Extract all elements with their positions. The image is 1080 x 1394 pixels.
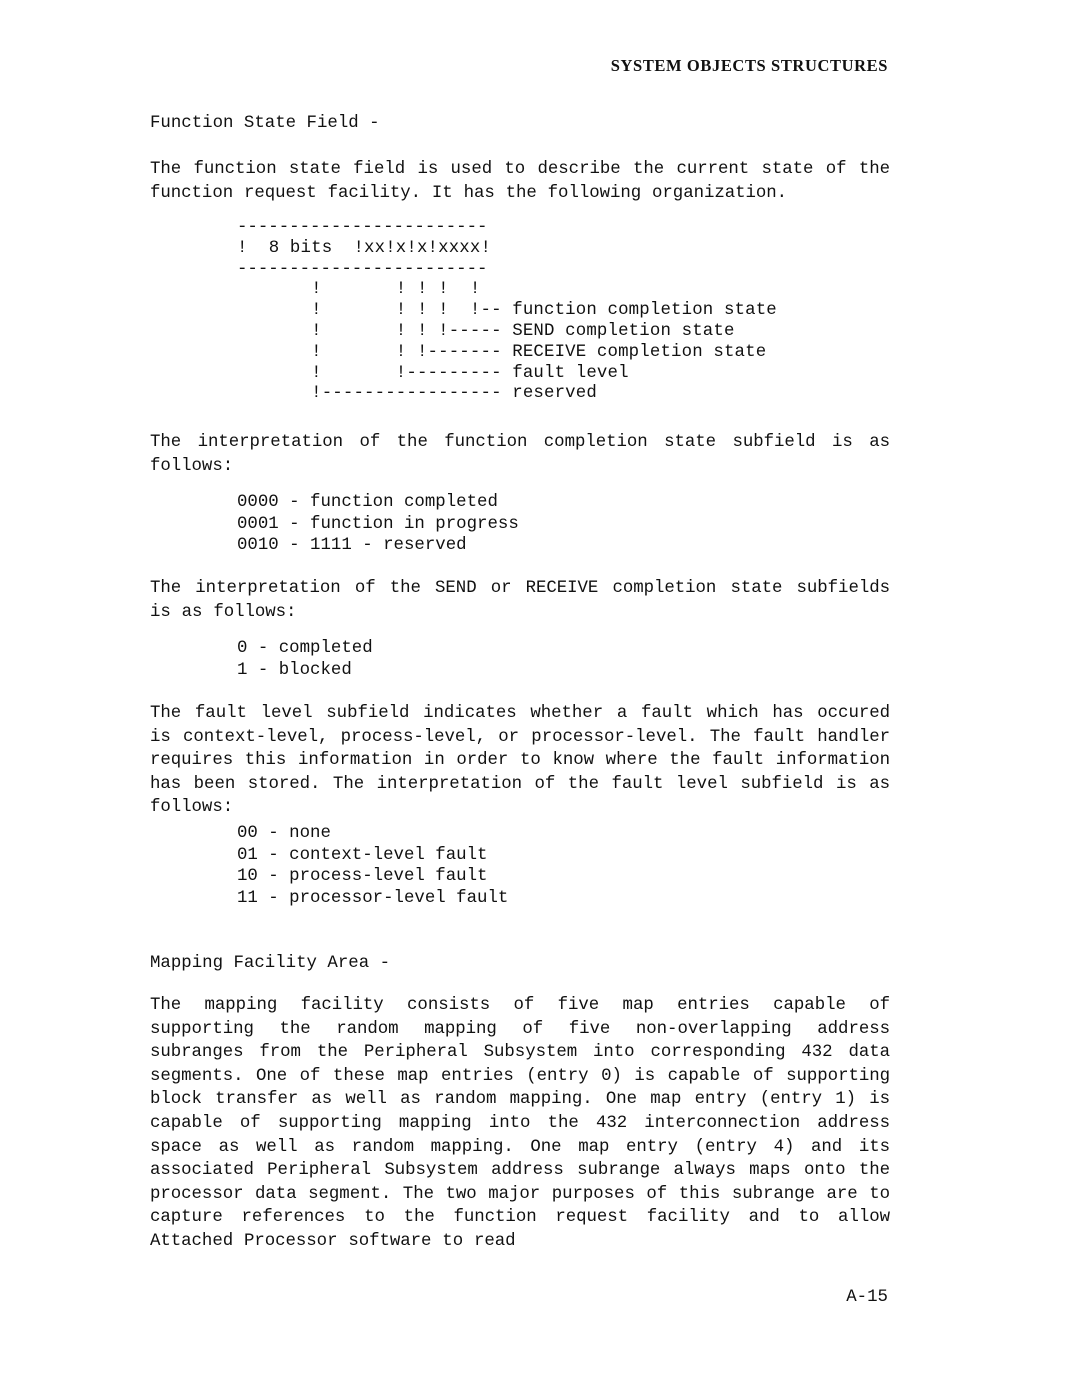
page-number: A-15: [846, 1288, 888, 1307]
listing-fault-level-values: 00 - none 01 - context-level fault 10 - …: [150, 823, 890, 909]
diagram-bottom-rule: ------------------------: [237, 259, 488, 279]
listing-line: 0000 - function completed: [237, 493, 498, 512]
listing-line: 0 - completed: [237, 639, 373, 658]
diagram-line-4: ! !--------- fault level: [237, 363, 629, 383]
paragraph-mapping-facility-body-wrap: The mapping facility consists of five ma…: [150, 994, 890, 1254]
paragraph-fault-level-intro: The fault level subfield indicates wheth…: [150, 704, 890, 818]
heading-function-state-field: Function State Field -: [150, 114, 380, 133]
paragraph-function-state-intro-wrap: The function state field is used to desc…: [150, 158, 890, 205]
running-head: SYSTEM OBJECTS STRUCTURES: [610, 56, 888, 75]
diagram-line-2: ! ! ! !----- SEND completion state: [237, 321, 735, 341]
listing-line: 0010 - 1111 - reserved: [237, 536, 467, 556]
heading-mapping-facility-area: Mapping Facility Area -: [150, 954, 391, 973]
listing-line: 0001 - function in progress: [237, 514, 519, 534]
listing-send-receive-values: 0 - completed 1 - blocked: [150, 638, 890, 681]
listing-line: 10 - process-level fault: [237, 867, 488, 887]
diagram-line-3: ! ! !------- RECEIVE completion state: [237, 342, 767, 362]
listing-line: 1 - blocked: [237, 660, 352, 680]
field-layout-diagram: ------------------------ ! 8 bits !xx!x!…: [237, 218, 777, 405]
diagram-top-rule: ------------------------: [237, 218, 488, 237]
paragraph-fault-level-intro-wrap: The fault level subfield indicates wheth…: [150, 702, 890, 820]
diagram-line-5: !----------------- reserved: [237, 384, 597, 404]
section-mapping-facility-area: Mapping Facility Area -: [150, 952, 890, 976]
diagram-header-row: ! 8 bits !xx!x!x!xxxx!: [237, 238, 492, 258]
listing-completion-state-values: 0000 - function completed 0001 - functio…: [150, 492, 890, 557]
listing-line: 00 - none: [237, 824, 331, 843]
paragraph-send-receive-intro: The interpretation of the SEND or RECEIV…: [150, 579, 890, 622]
section-function-state-field: Function State Field -: [150, 112, 890, 136]
document-page: SYSTEM OBJECTS STRUCTURES Function State…: [0, 0, 1080, 1394]
listing-line: 11 - processor-level fault: [237, 888, 509, 908]
paragraph-completion-state-intro: The interpretation of the function compl…: [150, 433, 890, 476]
paragraph-completion-state-intro-wrap: The interpretation of the function compl…: [150, 431, 890, 478]
paragraph-function-state-intro: The function state field is used to desc…: [150, 160, 890, 203]
listing-line: 01 - context-level fault: [237, 845, 488, 865]
diagram-line-0: ! ! ! ! !: [237, 280, 481, 300]
paragraph-mapping-facility-body: The mapping facility consists of five ma…: [150, 996, 890, 1251]
diagram-line-1: ! ! ! ! !-- function completion state: [237, 301, 777, 321]
paragraph-send-receive-intro-wrap: The interpretation of the SEND or RECEIV…: [150, 577, 890, 624]
